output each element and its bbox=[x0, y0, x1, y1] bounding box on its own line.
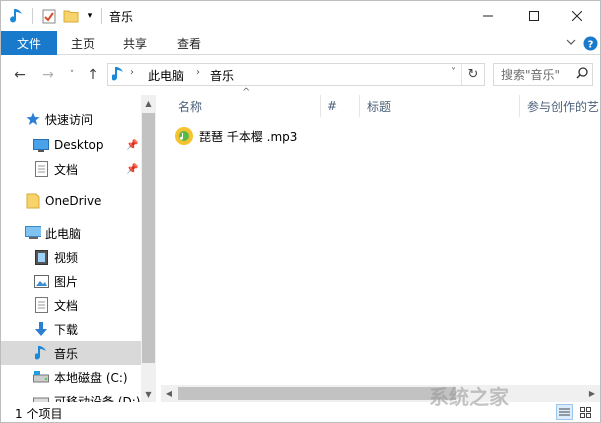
search-box[interactable] bbox=[493, 63, 593, 86]
breadcrumb-music[interactable]: 音乐 bbox=[210, 67, 234, 84]
toolbar-divider bbox=[32, 8, 33, 24]
nav-label: 文档 bbox=[54, 298, 79, 313]
nav-item-documents[interactable]: 文档 bbox=[1, 293, 141, 317]
details-view-icon[interactable] bbox=[556, 404, 573, 420]
search-icon[interactable] bbox=[576, 67, 588, 82]
pin-icon[interactable]: 📌 bbox=[126, 164, 138, 175]
help-icon[interactable]: ? bbox=[582, 35, 598, 51]
scroll-left-icon[interactable]: ◀ bbox=[161, 385, 177, 402]
videos-icon bbox=[33, 249, 49, 265]
tab-home[interactable]: 主页 bbox=[71, 31, 95, 55]
search-input[interactable] bbox=[494, 64, 574, 85]
download-icon bbox=[33, 321, 49, 337]
nav-item-local-disk[interactable]: 本地磁盘 (C:) bbox=[1, 365, 141, 389]
music-location-icon bbox=[111, 66, 124, 85]
nav-item-desktop[interactable]: Desktop 📌 bbox=[1, 133, 141, 157]
tab-view[interactable]: 查看 bbox=[177, 31, 201, 55]
scroll-thumb[interactable] bbox=[142, 113, 155, 363]
breadcrumb-separator-icon[interactable]: › bbox=[196, 67, 200, 78]
file-name: 琵琶 千本樱 .mp3 bbox=[199, 129, 298, 144]
star-icon bbox=[25, 111, 41, 127]
breadcrumb-this-pc[interactable]: 此电脑 bbox=[148, 67, 184, 84]
nav-label: OneDrive bbox=[45, 194, 102, 208]
up-arrow-icon[interactable]: ↑ bbox=[84, 65, 102, 85]
nav-item-onedrive[interactable]: OneDrive bbox=[1, 189, 141, 213]
column-header-number[interactable]: # bbox=[327, 95, 337, 117]
column-header-name[interactable]: 名称 bbox=[178, 95, 202, 117]
column-header-artists[interactable]: 参与创作的艺 bbox=[527, 95, 600, 117]
content-horizontal-scrollbar[interactable]: ◀ ▶ bbox=[161, 385, 600, 402]
nav-label: 此电脑 bbox=[45, 226, 82, 241]
documents-icon bbox=[33, 161, 49, 177]
title-bar: ▾ 音乐 bbox=[1, 1, 600, 31]
nav-item-pictures[interactable]: 图片 bbox=[1, 269, 141, 293]
pin-icon[interactable]: 📌 bbox=[126, 140, 138, 151]
scroll-down-icon[interactable]: ▼ bbox=[141, 386, 156, 402]
audio-file-icon bbox=[175, 127, 193, 145]
computer-icon bbox=[25, 225, 41, 241]
scroll-right-icon[interactable]: ▶ bbox=[584, 385, 600, 402]
nav-item-videos[interactable]: 视频 bbox=[1, 245, 141, 269]
watermark-logo: 系统之家 bbox=[429, 385, 509, 409]
address-bar[interactable]: › 此电脑 › 音乐 ˅ ↻ bbox=[107, 63, 485, 86]
sort-ascending-icon: ^ bbox=[242, 87, 251, 98]
column-header-title[interactable]: 标题 bbox=[367, 95, 391, 117]
scroll-thumb[interactable] bbox=[178, 387, 456, 400]
navigation-pane: 快速访问 Desktop 📌 文档 📌 OneDrive 此电脑 视频 图片 文… bbox=[1, 95, 156, 402]
window-title: 音乐 bbox=[109, 10, 134, 24]
column-divider[interactable] bbox=[519, 95, 520, 117]
nav-item-this-pc[interactable]: 此电脑 bbox=[1, 221, 141, 245]
item-count: 1 个项目 bbox=[15, 407, 63, 421]
customize-dropdown-icon[interactable]: ▾ bbox=[84, 7, 96, 25]
nav-label: 文档 bbox=[54, 162, 79, 177]
expand-ribbon-icon[interactable] bbox=[563, 35, 579, 51]
back-arrow-icon[interactable]: ← bbox=[11, 65, 29, 85]
breadcrumb-separator-icon[interactable]: › bbox=[130, 67, 134, 78]
refresh-icon[interactable]: ↻ bbox=[461, 64, 484, 85]
desktop-icon bbox=[33, 137, 49, 153]
documents-icon bbox=[33, 297, 49, 313]
title-divider bbox=[101, 8, 102, 24]
column-divider[interactable] bbox=[359, 95, 360, 117]
forward-arrow-icon[interactable]: → bbox=[39, 65, 57, 85]
pictures-icon bbox=[33, 273, 49, 289]
svg-text:?: ? bbox=[587, 39, 593, 50]
nav-label: 音乐 bbox=[54, 346, 79, 361]
drive-icon bbox=[33, 369, 49, 385]
file-row[interactable]: 琵琶 千本樱 .mp3 bbox=[175, 125, 375, 147]
properties-icon[interactable] bbox=[41, 7, 57, 25]
new-folder-icon[interactable] bbox=[63, 7, 79, 25]
ribbon-tabs: 文件 主页 共享 查看 ? bbox=[1, 31, 600, 55]
folder-icon bbox=[25, 193, 41, 209]
recent-locations-icon[interactable]: ˅ bbox=[65, 65, 79, 85]
nav-item-removable[interactable]: 可移动设备 (D:) bbox=[1, 389, 141, 402]
address-dropdown-icon[interactable]: ˅ bbox=[451, 67, 456, 78]
close-icon[interactable] bbox=[554, 1, 600, 30]
nav-scrollbar[interactable]: ▲ ▼ bbox=[141, 95, 156, 402]
nav-label: 本地磁盘 (C:) bbox=[54, 370, 128, 385]
nav-item-downloads[interactable]: 下载 bbox=[1, 317, 141, 341]
nav-label: 下载 bbox=[54, 322, 79, 337]
file-explorer-window: ▾ 音乐 文件 主页 共享 查看 ? ← → ˅ ↑ › 此电脑 › 音乐 ˅ … bbox=[0, 0, 601, 423]
tab-file[interactable]: 文件 bbox=[1, 31, 57, 55]
column-divider[interactable] bbox=[320, 95, 321, 117]
nav-quick-access[interactable]: 快速访问 bbox=[1, 107, 141, 131]
nav-label: 快速访问 bbox=[45, 112, 94, 127]
nav-label: 可移动设备 (D:) bbox=[54, 394, 141, 403]
removable-drive-icon bbox=[33, 393, 49, 402]
nav-item-music[interactable]: 音乐 bbox=[1, 341, 141, 365]
tab-share[interactable]: 共享 bbox=[123, 31, 147, 55]
status-bar: 1 个项目 bbox=[1, 402, 600, 422]
nav-label: Desktop bbox=[54, 138, 104, 152]
scroll-up-icon[interactable]: ▲ bbox=[141, 95, 156, 111]
nav-label: 图片 bbox=[54, 274, 79, 289]
maximize-icon[interactable] bbox=[511, 1, 557, 30]
music-note-icon[interactable] bbox=[9, 7, 25, 25]
music-icon bbox=[33, 345, 49, 361]
minimize-icon[interactable] bbox=[465, 1, 511, 30]
large-icons-view-icon[interactable] bbox=[577, 404, 594, 420]
nav-item-documents-pinned[interactable]: 文档 📌 bbox=[1, 157, 141, 181]
nav-label: 视频 bbox=[54, 250, 79, 265]
